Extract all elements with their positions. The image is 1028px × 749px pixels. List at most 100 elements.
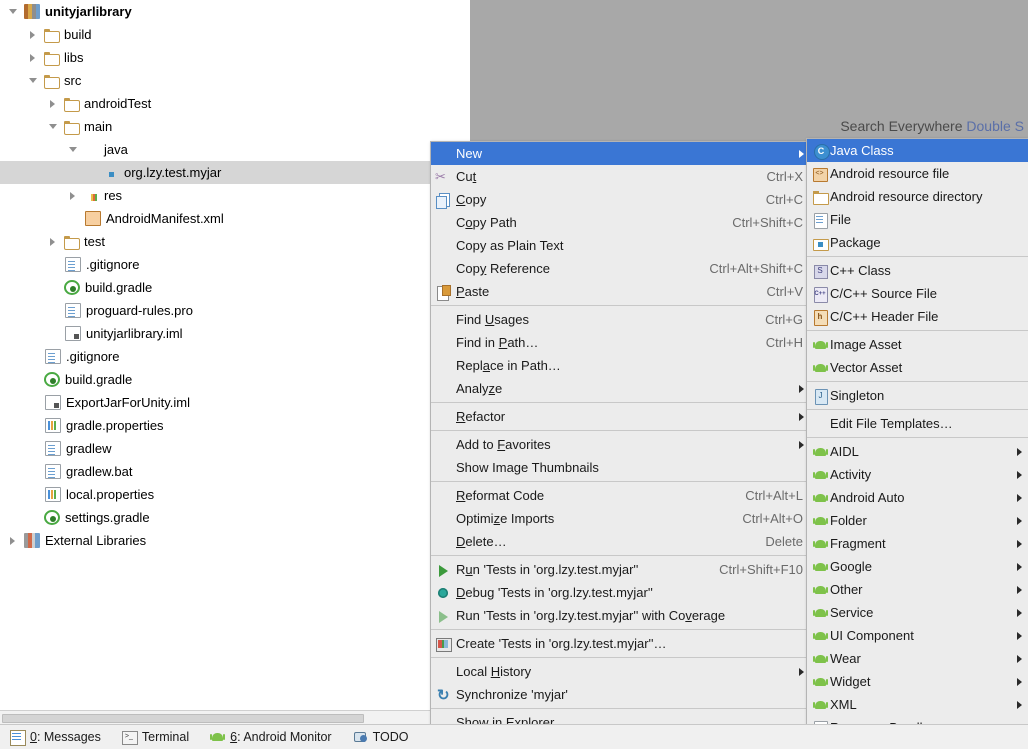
chevron-down-icon[interactable]: [66, 138, 79, 161]
menu-item-find-in-path[interactable]: Find in Path… Ctrl+H: [431, 331, 809, 354]
menu-item-show-image-thumbnails[interactable]: Show Image Thumbnails: [431, 456, 809, 479]
menu-item-replace-in-path[interactable]: Replace in Path…: [431, 354, 809, 377]
menu-item-run-tests-in-org-lzy-test-myjar-with-cover[interactable]: Run 'Tests in 'org.lzy.test.myjar'' with…: [431, 604, 809, 627]
menu-item-find-usages[interactable]: Find Usages Ctrl+G: [431, 308, 809, 331]
submenu-item-widget[interactable]: Widget: [807, 670, 1028, 693]
status-todo[interactable]: TODO: [343, 725, 420, 749]
menu-item-paste[interactable]: Paste Ctrl+V: [431, 280, 809, 303]
tree-node-gradle-properties[interactable]: gradle.properties: [0, 414, 470, 437]
menu-item-copy-reference[interactable]: Copy Reference Ctrl+Alt+Shift+C: [431, 257, 809, 280]
menu-icon-placeholder: [433, 381, 453, 397]
tree-node-gradlew-bat[interactable]: gradlew.bat: [0, 460, 470, 483]
new-submenu[interactable]: Java Class Android resource file Android r…: [806, 138, 1028, 749]
tree-node-gitignore[interactable]: .gitignore: [0, 345, 470, 368]
submenu-item-android-resource-file[interactable]: Android resource file: [807, 162, 1028, 185]
submenu-item-image-asset[interactable]: Image Asset: [807, 333, 1028, 356]
tree-node-build-gradle[interactable]: build.gradle: [0, 276, 470, 299]
submenu-item-label: Edit File Templates…: [830, 416, 953, 431]
submenu-item-file[interactable]: File: [807, 208, 1028, 231]
submenu-item-fragment[interactable]: Fragment: [807, 532, 1028, 555]
tree-node-settings-gradle[interactable]: settings.gradle: [0, 506, 470, 529]
android-icon: [811, 536, 830, 552]
submenu-item-android-auto[interactable]: Android Auto: [807, 486, 1028, 509]
submenu-item-package[interactable]: Package: [807, 231, 1028, 254]
status-android-monitor[interactable]: 6: Android Monitor: [200, 725, 342, 749]
chevron-down-icon[interactable]: [6, 0, 19, 23]
tree-node-test[interactable]: test: [0, 230, 470, 253]
menu-item-run-tests-in-org-lzy-test-myjar[interactable]: Run 'Tests in 'org.lzy.test.myjar'' Ctrl+…: [431, 558, 809, 581]
tree-node-build[interactable]: build: [0, 23, 470, 46]
submenu-item-singleton[interactable]: Singleton: [807, 384, 1028, 407]
submenu-item-other[interactable]: Other: [807, 578, 1028, 601]
tree-node-gradlew[interactable]: gradlew: [0, 437, 470, 460]
menu-item-cut[interactable]: Cut Ctrl+X: [431, 165, 809, 188]
menu-item-synchronize-myjar[interactable]: Synchronize 'myjar': [431, 683, 809, 706]
tree-node-org-lzy-test-myjar[interactable]: org.lzy.test.myjar: [0, 161, 470, 184]
tree-node-java[interactable]: java: [0, 138, 470, 161]
submenu-item-edit-file-templates[interactable]: Edit File Templates…: [807, 412, 1028, 435]
tree-node-proguard-rules-pro[interactable]: proguard-rules.pro: [0, 299, 470, 322]
gradle-icon: [64, 280, 80, 295]
project-horizontal-scrollbar[interactable]: [0, 710, 470, 724]
tree-node-res[interactable]: res: [0, 184, 470, 207]
submenu-item-xml[interactable]: XML: [807, 693, 1028, 716]
menu-item-copy-as-plain-text[interactable]: Copy as Plain Text: [431, 234, 809, 257]
submenu-item-android-resource-directory[interactable]: Android resource directory: [807, 185, 1028, 208]
chevron-right-icon[interactable]: [6, 529, 19, 552]
chevron-right-icon[interactable]: [26, 46, 39, 69]
menu-item-add-to-favorites[interactable]: Add to Favorites: [431, 433, 809, 456]
tree-node-main[interactable]: main: [0, 115, 470, 138]
submenu-item-activity[interactable]: Activity: [807, 463, 1028, 486]
menu-separator: [431, 481, 809, 482]
tree-node-androidmanifest-xml[interactable]: AndroidManifest.xml: [0, 207, 470, 230]
chevron-down-icon[interactable]: [46, 115, 59, 138]
menu-item-optimize-imports[interactable]: Optimize Imports Ctrl+Alt+O: [431, 507, 809, 530]
chevron-down-icon[interactable]: [26, 69, 39, 92]
tree-node-local-properties[interactable]: local.properties: [0, 483, 470, 506]
tree-node-androidtest[interactable]: androidTest: [0, 92, 470, 115]
tree-node-label: build: [64, 27, 92, 42]
scrollbar-thumb[interactable]: [2, 714, 364, 723]
submenu-item-c-c-header-file[interactable]: C/C++ Header File: [807, 305, 1028, 328]
chevron-right-icon[interactable]: [46, 230, 59, 253]
mnemonic-underline: D: [456, 534, 466, 549]
menu-item-analyze[interactable]: Analyze: [431, 377, 809, 400]
tree-node-unityjarlibrary-iml[interactable]: unityjarlibrary.iml: [0, 322, 470, 345]
menu-item-local-history[interactable]: Local History: [431, 660, 809, 683]
tree-node-src[interactable]: src: [0, 69, 470, 92]
submenu-item-c-class[interactable]: C++ Class: [807, 259, 1028, 282]
submenu-item-service[interactable]: Service: [807, 601, 1028, 624]
status-messages[interactable]: 0: Messages: [0, 725, 112, 749]
menu-item-copy[interactable]: Copy Ctrl+C: [431, 188, 809, 211]
menu-item-new[interactable]: New: [431, 142, 809, 165]
chevron-right-icon[interactable]: [26, 23, 39, 46]
project-tree-panel[interactable]: unityjarlibrary build libs src androidTest ma…: [0, 0, 470, 710]
menu-item-copy-path[interactable]: Copy Path Ctrl+Shift+C: [431, 211, 809, 234]
tree-node-libs[interactable]: libs: [0, 46, 470, 69]
project-context-menu[interactable]: NewCutCtrl+XCopyCtrl+CCopy PathCtrl+Shif…: [430, 141, 810, 749]
menu-item-create-tests-in-org-lzy-test-myjar[interactable]: Create 'Tests in 'org.lzy.test.myjar''…: [431, 632, 809, 655]
menu-item-reformat-code[interactable]: Reformat Code Ctrl+Alt+L: [431, 484, 809, 507]
submenu-item-folder[interactable]: Folder: [807, 509, 1028, 532]
tree-node-gitignore[interactable]: .gitignore: [0, 253, 470, 276]
tree-node-external-libraries[interactable]: External Libraries: [0, 529, 470, 552]
submenu-item-google[interactable]: Google: [807, 555, 1028, 578]
submenu-item-c-c-source-file[interactable]: C/C++ Source File: [807, 282, 1028, 305]
submenu-item-aidl[interactable]: AIDL: [807, 440, 1028, 463]
menu-item-delete[interactable]: Delete… Delete: [431, 530, 809, 553]
submenu-item-vector-asset[interactable]: Vector Asset: [807, 356, 1028, 379]
chevron-right-icon[interactable]: [46, 92, 59, 115]
menu-item-refactor[interactable]: Refactor: [431, 405, 809, 428]
status-terminal[interactable]: Terminal: [112, 725, 200, 749]
submenu-item-ui-component[interactable]: UI Component: [807, 624, 1028, 647]
submenu-item-wear[interactable]: Wear: [807, 647, 1028, 670]
android-glyph: [812, 628, 828, 644]
menu-item-debug-tests-in-org-lzy-test-myjar[interactable]: Debug 'Tests in 'org.lzy.test.myjar'': [431, 581, 809, 604]
chevron-right-icon[interactable]: [66, 184, 79, 207]
submenu-item-java-class[interactable]: Java Class: [807, 139, 1028, 162]
tree-node-build-gradle[interactable]: build.gradle: [0, 368, 470, 391]
tree-node-exportjarforunity-iml[interactable]: ExportJarForUnity.iml: [0, 391, 470, 414]
tree-node-unityjarlibrary[interactable]: unityjarlibrary: [0, 0, 470, 23]
